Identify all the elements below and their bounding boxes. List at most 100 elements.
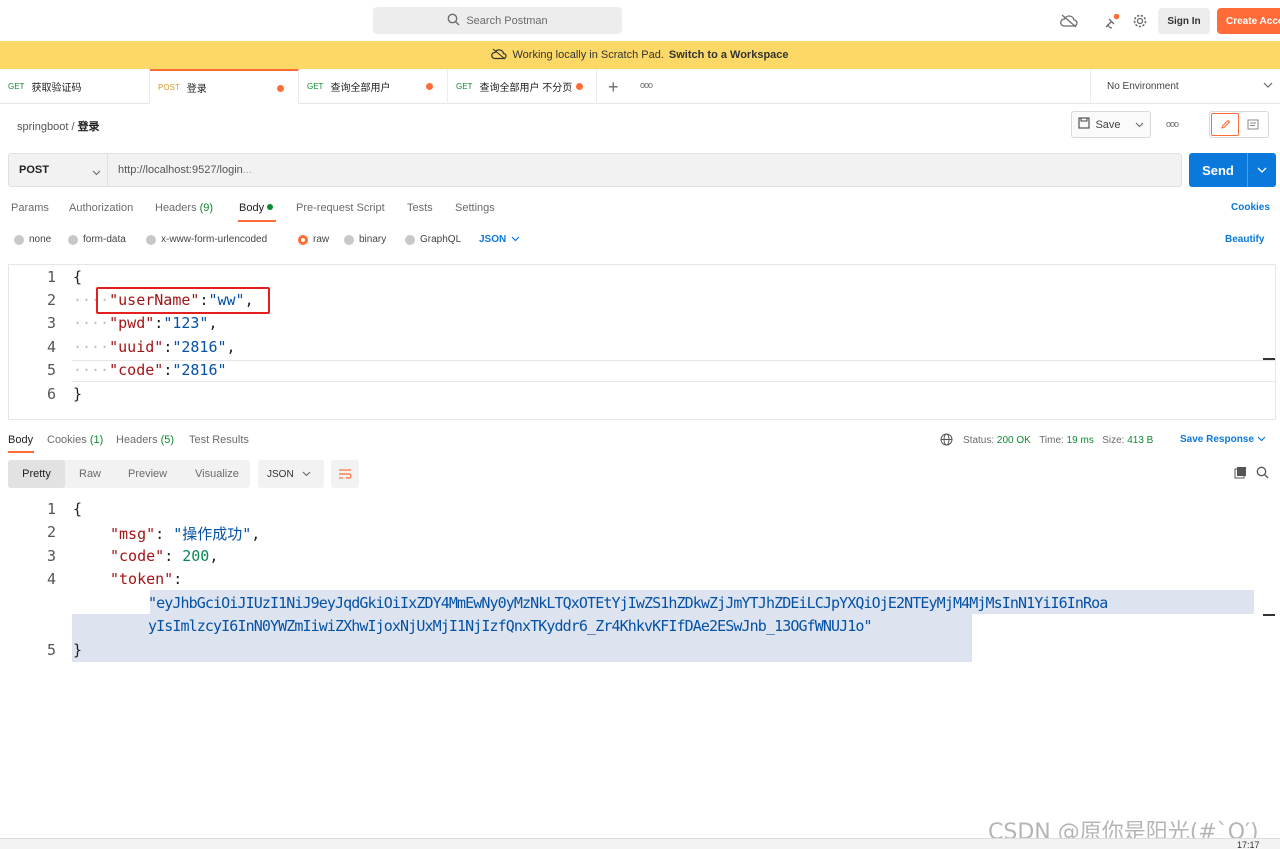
json-comma: , <box>208 314 218 332</box>
response-tab-cookies[interactable]: Cookies (1) <box>47 434 103 446</box>
cookies-link[interactable]: Cookies <box>1231 202 1270 213</box>
response-tab-test-results[interactable]: Test Results <box>189 434 249 446</box>
radio-form-data[interactable]: form-data <box>68 234 126 245</box>
chevron-down-icon <box>302 469 311 480</box>
response-format-label: JSON <box>267 468 294 480</box>
line-number: 5 <box>46 361 56 379</box>
radio-raw-label: raw <box>313 234 330 245</box>
json-value: 200 <box>182 547 210 565</box>
radio-urlencoded[interactable]: x-www-form-urlencoded <box>146 234 267 245</box>
new-tab-plus-icon[interactable]: + <box>608 77 619 98</box>
cookies-count: (1) <box>89 434 104 446</box>
code-line: "code": 200, <box>110 547 219 565</box>
tab-get-all-users[interactable]: GET 查询全部用户 <box>299 69 448 104</box>
line-number: 2 <box>46 523 56 541</box>
satellite-icon[interactable] <box>1103 12 1121 30</box>
response-tab-headers[interactable]: Headers (5) <box>116 434 174 446</box>
top-bar: Search Postman Sign In Create Account <box>0 0 1280 41</box>
code-line: { <box>73 500 83 518</box>
tab-get-captcha[interactable]: GET 获取验证码 <box>0 69 150 104</box>
radio-graphql[interactable]: GraphQL <box>405 234 461 245</box>
cloud-offline-icon[interactable] <box>1060 12 1078 30</box>
tab-post-login[interactable]: POST 登录 <box>150 69 299 104</box>
more-options-icon[interactable]: ooo <box>1166 119 1179 129</box>
edit-pencil-icon[interactable] <box>1211 113 1239 136</box>
create-account-button[interactable]: Create Account <box>1217 8 1280 34</box>
code-line: } <box>73 641 83 659</box>
radio-raw[interactable]: raw <box>298 234 329 245</box>
scrollbar-marker <box>1263 358 1275 360</box>
view-pretty-button[interactable]: Pretty <box>8 460 65 488</box>
search-placeholder: Search Postman <box>466 14 548 27</box>
tab-headers[interactable]: Headers (9) <box>155 202 213 214</box>
radio-binary[interactable]: binary <box>344 234 386 245</box>
tab-method: GET <box>8 82 25 91</box>
sign-in-button[interactable]: Sign In <box>1158 8 1210 34</box>
time-label: Time: <box>1039 435 1064 446</box>
radio-urlencoded-label: x-www-form-urlencoded <box>161 234 268 245</box>
save-label: Save <box>1095 118 1121 131</box>
request-tab-bar: GET 获取验证码 POST 登录 GET 查询全部用户 GET 查询全部用户 … <box>0 69 1280 104</box>
code-line: ····"uuid":"2816", <box>73 338 236 356</box>
tab-get-all-users-nopage[interactable]: GET 查询全部用户 不分页 <box>448 69 597 104</box>
headers-count: (5) <box>160 434 175 446</box>
save-disk-icon <box>1078 117 1091 132</box>
radio-none-label: none <box>29 234 52 245</box>
breadcrumb-request: 登录 <box>77 121 100 133</box>
tab-body[interactable]: Body <box>239 202 274 214</box>
save-response-label: Save Response <box>1180 434 1254 445</box>
response-format-select[interactable]: JSON <box>258 460 324 488</box>
tab-params[interactable]: Params <box>11 202 49 214</box>
chevron-down-icon[interactable] <box>1248 167 1276 173</box>
wrap-lines-icon[interactable] <box>331 460 359 488</box>
line-number: 3 <box>46 547 56 565</box>
response-tab-body[interactable]: Body <box>8 434 33 446</box>
radio-circle <box>146 234 156 245</box>
environment-selector[interactable]: No Environment <box>1090 69 1280 104</box>
code-line: { <box>73 268 83 286</box>
radio-circle <box>344 234 354 245</box>
line-number: 4 <box>46 570 56 588</box>
scratch-pad-banner: Working locally in Scratch Pad. Switch t… <box>0 41 1280 69</box>
breadcrumb-collection[interactable]: springboot <box>17 121 68 133</box>
radio-binary-label: binary <box>359 234 387 245</box>
tab-settings[interactable]: Settings <box>455 202 495 214</box>
view-raw-button[interactable]: Raw <box>79 460 101 488</box>
breadcrumb-separator: / <box>71 121 75 133</box>
code-line: ····"code":"2816" <box>73 361 227 379</box>
url-value: http://localhost:9527/login <box>118 164 243 176</box>
settings-gear-icon[interactable] <box>1131 12 1149 30</box>
documentation-icon[interactable] <box>1239 113 1267 136</box>
tab-tests[interactable]: Tests <box>407 202 433 214</box>
save-response-button[interactable]: Save Response <box>1180 434 1266 445</box>
search-icon <box>447 13 460 29</box>
headers-count: (9) <box>199 202 214 214</box>
format-select[interactable]: JSON <box>479 234 520 245</box>
send-label: Send <box>1202 162 1234 178</box>
switch-workspace-link[interactable]: Switch to a Workspace <box>669 49 789 61</box>
view-toggle <box>1209 111 1269 138</box>
search-bar[interactable]: Search Postman <box>373 7 622 34</box>
send-button[interactable]: Send <box>1189 153 1276 187</box>
method-label: POST <box>19 164 49 176</box>
current-line-highlight <box>72 360 1275 382</box>
beautify-link[interactable]: Beautify <box>1225 234 1264 245</box>
line-number: 6 <box>46 385 56 403</box>
method-select[interactable]: POST <box>8 153 108 187</box>
more-tabs-icon[interactable]: ooo <box>640 80 653 90</box>
tab-authorization[interactable]: Authorization <box>69 202 133 214</box>
status-label: Status: <box>963 435 995 446</box>
tab-method: POST <box>158 83 180 92</box>
unsaved-dot-icon <box>277 85 284 92</box>
save-button[interactable]: Save <box>1071 111 1151 138</box>
radio-none[interactable]: none <box>14 234 51 245</box>
search-icon[interactable] <box>1256 466 1269 482</box>
view-visualize-button[interactable]: Visualize <box>195 460 239 488</box>
json-value: "2816" <box>172 338 227 356</box>
view-preview-button[interactable]: Preview <box>128 460 167 488</box>
tab-pre-request-script[interactable]: Pre-request Script <box>296 202 385 214</box>
response-meta: Status: 200 OK Time: 19 ms Size: 413 B <box>963 435 1153 446</box>
url-input[interactable]: http://localhost:9527/login ... <box>108 153 1182 187</box>
code-line: "token": <box>110 570 183 588</box>
copy-icon[interactable] <box>1234 466 1247 482</box>
